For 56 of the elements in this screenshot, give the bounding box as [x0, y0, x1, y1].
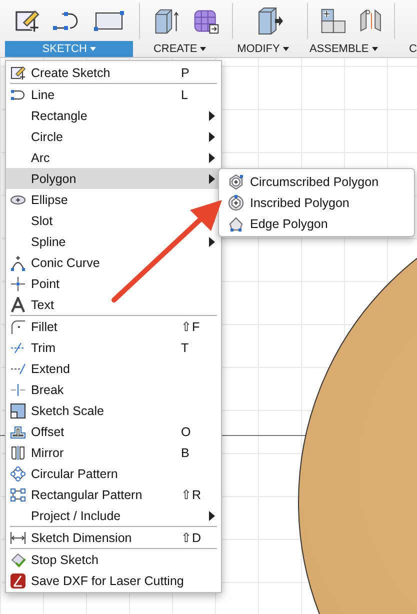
submenu-arrow-icon: [209, 132, 215, 142]
sketch-scale-icon: [10, 402, 26, 418]
edge-polygon-icon: [228, 216, 244, 232]
point-icon: [10, 276, 26, 292]
shortcut-label: ⇧F: [181, 319, 201, 334]
menu-item[interactable]: Circular Pattern: [6, 463, 221, 484]
fillet-icon: [10, 318, 26, 334]
menu-item[interactable]: Inscribed Polygon: [219, 192, 414, 213]
shortcut-label: T: [181, 340, 190, 354]
menu-item[interactable]: Edge Polygon: [219, 213, 414, 234]
break-icon: [10, 382, 26, 398]
menu-item[interactable]: Fillet ⇧F: [6, 316, 221, 337]
menu-item[interactable]: Circumscribed Polygon: [219, 171, 414, 192]
toolbar-tab[interactable]: CREATE: [135, 41, 225, 57]
shortcut-label: O: [181, 424, 192, 438]
menu-item[interactable]: Circle: [6, 126, 221, 147]
sketch-pencil-icon: [10, 64, 26, 80]
menu-item[interactable]: Break: [6, 379, 221, 400]
menu-item[interactable]: Sketch Dimension ⇧D: [6, 527, 221, 548]
rectangle-icon[interactable]: [94, 10, 124, 30]
toolbar-tab[interactable]: MODIFY: [226, 41, 300, 57]
stop-sketch-icon: [10, 552, 26, 568]
offset-icon: [10, 424, 26, 440]
conic-curve-icon: [10, 254, 26, 270]
menu-item[interactable]: Offset O: [6, 421, 221, 442]
shortcut-label: B: [181, 446, 190, 460]
toolbar-tab[interactable]: ASSEMBLE: [301, 41, 386, 57]
menu-item[interactable]: Mirror B: [6, 442, 221, 463]
submenu-arrow-icon: [209, 110, 215, 120]
toolbar-tab[interactable]: C: [388, 41, 417, 57]
menu-item[interactable]: Rectangle: [6, 105, 221, 126]
dimension-icon: [10, 530, 26, 546]
menu-item[interactable]: Point: [6, 273, 221, 294]
menu-item[interactable]: Extend: [6, 358, 221, 379]
sketch-pencil-icon[interactable]: [14, 8, 40, 34]
shortcut-label: P: [181, 66, 190, 80]
menu-item[interactable]: Line L: [6, 84, 221, 105]
laser-cut-icon: [10, 572, 26, 588]
menu-item[interactable]: Stop Sketch: [6, 549, 221, 570]
shortcut-label: ⇧R: [181, 487, 202, 502]
menu-item[interactable]: Rectangular Pattern ⇧R: [6, 484, 221, 505]
menu-item[interactable]: Create Sketch P: [6, 62, 221, 83]
inscribed-polygon-icon: [228, 194, 244, 210]
menu-item[interactable]: Trim T: [6, 337, 221, 358]
shortcut-label: ⇧D: [181, 530, 202, 545]
menu-item[interactable]: Polygon: [6, 168, 221, 189]
shortcut-label: L: [181, 88, 189, 102]
menu-item[interactable]: Save DXF for Laser Cutting: [6, 570, 221, 591]
menu-item[interactable]: Sketch Scale: [6, 400, 221, 421]
circumscribed-polygon-icon: [228, 174, 244, 190]
text-letter-icon: [10, 296, 26, 312]
mirror-icon: [10, 444, 26, 460]
rectangular-pattern-icon: [10, 486, 26, 502]
menu-item[interactable]: Conic Curve: [6, 252, 221, 273]
menu-item[interactable]: Text: [6, 294, 221, 315]
circular-pattern-icon: [10, 466, 26, 482]
